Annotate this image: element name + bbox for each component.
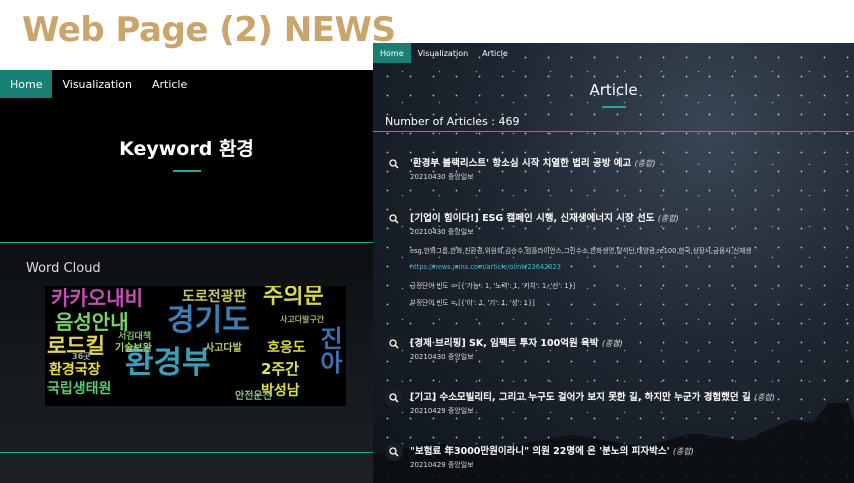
- word: 사고다발구간: [280, 315, 325, 324]
- slide-title: Web Page (2) NEWS: [22, 10, 396, 50]
- nav-visualization[interactable]: Visualization: [52, 70, 141, 98]
- article-category: (종합): [672, 447, 694, 456]
- word: 국립생태원: [47, 381, 112, 397]
- negative-word-freq: 부정단어 빈도 = [{'어': 1, '기': 1, '성': 1}]: [410, 299, 535, 307]
- article-keywords: esg,한화그룹,한화,친환경,위원회,김승수,컴플라이언스,그린수소,한화생명…: [410, 247, 752, 255]
- article-meta: 20210430 중앙일보: [410, 353, 474, 361]
- divider: [0, 452, 373, 453]
- word: 주의문: [263, 286, 324, 309]
- nav-visualization[interactable]: Visualization: [411, 43, 476, 63]
- article-title[interactable]: [경제 브리핑] SK, 임팩트 투자 100억원 육박 (종합): [410, 335, 623, 349]
- keyword-page-screenshot: Home Visualization Article Keyword 환경 Wo…: [0, 70, 373, 483]
- article-title[interactable]: [기업이 힘이다!] ESG 캠페인 시행, 신재생에너지 시장 선도 (종합): [410, 210, 679, 224]
- word: 진아: [315, 326, 343, 374]
- word: 호응도: [267, 340, 306, 356]
- article-category: (종합): [634, 159, 656, 168]
- nav-home[interactable]: Home: [0, 70, 53, 98]
- title-text[interactable]: '환경부 블랙리스트' 항소심 시작 치열한 법리 공방 예고: [410, 158, 631, 169]
- word: 기술보완: [115, 343, 152, 354]
- title-text[interactable]: "보험료 年3000만원이라니" 의원 22명에 온 '분노의 피자박스': [410, 446, 670, 457]
- article-category: (종합): [657, 214, 679, 223]
- title-text[interactable]: [경제 브리핑] SK, 임팩트 투자 100억원 육박: [410, 338, 599, 349]
- search-icon[interactable]: [385, 443, 403, 461]
- page-title: Article: [589, 81, 638, 99]
- top-nav: Home Visualization Article: [373, 43, 515, 63]
- article-title[interactable]: '환경부 블랙리스트' 항소심 시작 치열한 법리 공방 예고 (종합): [410, 155, 656, 169]
- article-category: (종합): [601, 339, 623, 348]
- nav-home[interactable]: Home: [373, 43, 411, 63]
- search-icon[interactable]: [385, 335, 403, 353]
- title-underline: [602, 106, 626, 108]
- word: 경기도: [167, 303, 250, 338]
- article-meta: 20210429 중앙일보: [410, 461, 474, 469]
- article-meta: 20210429 중앙일보: [410, 407, 474, 415]
- word: 사고다발: [205, 343, 242, 354]
- article-meta: 20210430 중앙일보: [410, 228, 474, 236]
- wordcloud-label: Word Cloud: [26, 261, 101, 276]
- hero: Keyword 환경: [0, 98, 373, 243]
- article-meta: 20210430 중앙일보: [410, 173, 474, 181]
- title-text[interactable]: [기업이 힘이다!] ESG 캠페인 시행, 신재생에너지 시장 선도: [410, 213, 654, 224]
- article-category: (종합): [754, 393, 775, 402]
- title-underline: [173, 170, 201, 172]
- article-link[interactable]: https://news.joins.com/article/olink/236…: [410, 263, 561, 271]
- wordcloud-section: Word Cloud 카카오내비 도로전광판 주의문 음성안내 경기도 로드킬 …: [0, 243, 373, 483]
- divider: [373, 131, 854, 132]
- nav-article[interactable]: Article: [142, 70, 197, 98]
- wordcloud: 카카오내비 도로전광판 주의문 음성안내 경기도 로드킬 환경부 환경국장 국립…: [45, 286, 346, 406]
- top-nav: Home Visualization Article: [0, 70, 373, 98]
- title-text[interactable]: [기고] 수소모빌리티, 그리고 누구도 걸어가 보지 못한 길, 하지만 누군…: [410, 392, 751, 403]
- article-title[interactable]: [기고] 수소모빌리티, 그리고 누구도 걸어가 보지 못한 길, 하지만 누군…: [410, 389, 775, 403]
- search-icon[interactable]: [385, 389, 403, 407]
- nav-article[interactable]: Article: [475, 43, 515, 63]
- search-icon[interactable]: [385, 155, 403, 173]
- word: 도로전광판: [182, 289, 247, 305]
- positive-word-freq: 긍정단어 빈도 = [{'가능': 1, '노력': 1, '가치': 1, '…: [410, 282, 576, 290]
- word: 2주간: [261, 360, 300, 378]
- word: 36곳: [72, 352, 91, 361]
- word: 카카오내비: [51, 286, 143, 310]
- article-title[interactable]: "보험료 年3000만원이라니" 의원 22명에 온 '분노의 피자박스' (종…: [410, 443, 694, 457]
- article-count: Number of Articles : 469: [385, 115, 520, 128]
- word: 음성안내: [55, 310, 129, 334]
- word: 환경국장: [49, 362, 101, 378]
- word: 서김대책: [118, 332, 152, 342]
- article-page-screenshot: Home Visualization Article Article Numbe…: [373, 43, 854, 483]
- page-title: Keyword 환경: [119, 138, 254, 160]
- word: 안전운전: [235, 391, 272, 402]
- search-icon[interactable]: [385, 210, 403, 228]
